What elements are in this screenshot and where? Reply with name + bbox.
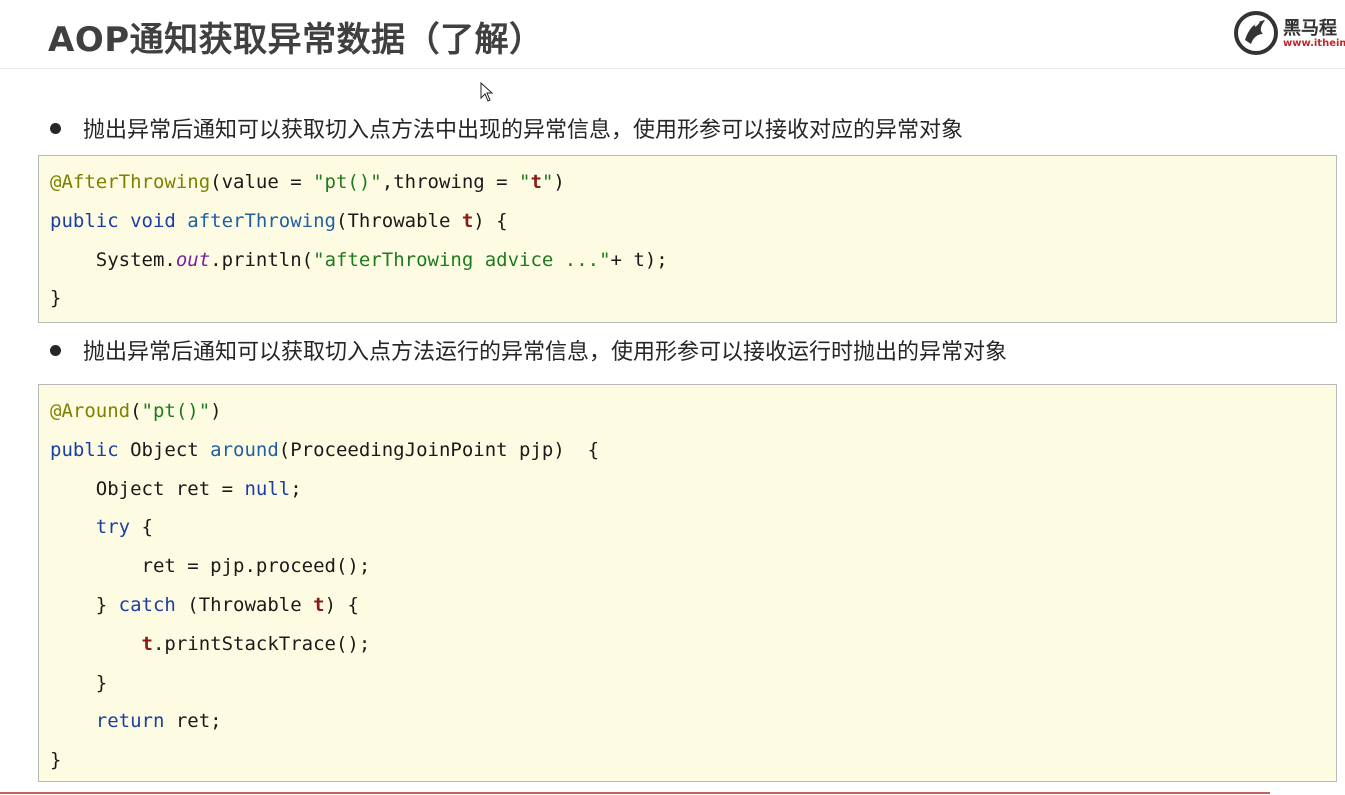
code-token: .println( <box>210 248 314 271</box>
code-line: public void afterThrowing(Throwable t) { <box>50 209 508 233</box>
code-token: ret; <box>164 710 222 733</box>
code-token: } <box>50 671 108 694</box>
code-token: .printStackTrace(); <box>152 632 371 655</box>
mouse-cursor-icon <box>480 82 494 102</box>
code-token: around <box>210 438 279 461</box>
code-token: try <box>95 516 131 539</box>
code-line: } <box>50 748 61 772</box>
code-line: } catch (Throwable t) { <box>50 593 359 617</box>
brand-logo: 黑马程 www.itheim <box>1233 8 1345 56</box>
code-token: @AfterThrowing <box>50 171 211 193</box>
code-token: t <box>141 632 153 655</box>
code-token: (ProceedingJoinPoint pjp) { <box>278 438 600 461</box>
bullet-text: 抛出异常后通知可以获取切入点方法中出现的异常信息，使用形参可以接收对应的异常对象 <box>83 118 964 143</box>
bottom-divider <box>0 792 1270 794</box>
code-line: @Around("pt()") <box>50 399 222 423</box>
code-line: } <box>50 671 107 695</box>
code-token: ; <box>290 477 302 500</box>
code-token: System. <box>50 248 176 271</box>
bullet-dot-icon <box>50 122 61 134</box>
code-token: + t); <box>610 248 668 271</box>
code-token: catch <box>118 594 176 616</box>
code-block-around: @Around("pt()") public Object around(Proc… <box>38 384 1337 782</box>
code-token: @Around <box>50 400 131 422</box>
code-block-after-throwing: @AfterThrowing(value = "pt()",throwing =… <box>38 155 1337 323</box>
code-token: "pt()" <box>141 400 211 422</box>
slide-header: AOP通知获取异常数据（了解） 黑马程 www.itheim <box>0 0 1345 69</box>
code-token: (Throwable <box>175 594 314 616</box>
code-line: return ret; <box>50 709 222 733</box>
code-token: t <box>313 594 325 616</box>
code-token: } <box>50 594 119 616</box>
page-title: AOP通知获取异常数据（了解） <box>48 20 544 60</box>
logo-url: www.itheim <box>1283 38 1345 49</box>
code-line: @AfterThrowing(value = "pt()",throwing =… <box>50 170 565 194</box>
bullet-dot-icon <box>50 344 61 356</box>
code-token: " <box>519 171 531 193</box>
code-token: t <box>461 209 474 232</box>
code-token: "afterThrowing advice ..." <box>313 248 611 271</box>
code-token: " <box>541 171 554 193</box>
code-token: ) { <box>324 594 359 616</box>
code-line: ret = pjp.proceed(); <box>50 554 371 578</box>
code-token: ( <box>130 400 142 422</box>
code-token: } <box>50 287 62 310</box>
code-token: ) { <box>473 209 508 232</box>
code-token: Object <box>130 438 211 461</box>
bullet-item: 抛出异常后通知可以获取切入点方法中出现的异常信息，使用形参可以接收对应的异常对象 <box>50 112 963 144</box>
code-line: } <box>50 286 61 310</box>
code-token: (value = <box>210 171 314 193</box>
code-token: { <box>130 516 153 539</box>
code-token: "pt()" <box>313 171 382 193</box>
code-line: t.printStackTrace(); <box>50 632 371 656</box>
code-token: (Throwable <box>336 209 462 232</box>
code-token: ) <box>210 400 222 422</box>
code-token: null <box>244 477 291 500</box>
code-token: afterThrowing <box>187 209 336 232</box>
code-line: try { <box>50 515 153 539</box>
code-token: ret = pjp.proceed(); <box>50 555 371 578</box>
code-line: Object ret = null; <box>50 477 302 501</box>
bullet-item: 抛出异常后通知可以获取切入点方法运行的异常信息，使用形参可以接收运行时抛出的异常… <box>50 334 1007 366</box>
code-token: } <box>50 749 62 772</box>
code-token: public void <box>50 209 188 232</box>
code-token: return <box>95 710 165 733</box>
code-token: t <box>530 171 542 193</box>
code-token: out <box>175 248 211 271</box>
horse-logo-icon <box>1234 11 1278 55</box>
code-token: ) <box>553 171 565 193</box>
bullet-text: 抛出异常后通知可以获取切入点方法运行的异常信息，使用形参可以接收运行时抛出的异常… <box>83 340 1008 365</box>
code-line: System.out.println("afterThrowing advice… <box>50 248 668 272</box>
code-line: public Object around(ProceedingJoinPoint… <box>50 438 599 462</box>
logo-text: 黑马程 <box>1283 18 1337 39</box>
code-token: ,throwing = <box>381 171 520 193</box>
code-token: Object ret = <box>50 477 245 500</box>
code-token: public <box>50 438 131 461</box>
